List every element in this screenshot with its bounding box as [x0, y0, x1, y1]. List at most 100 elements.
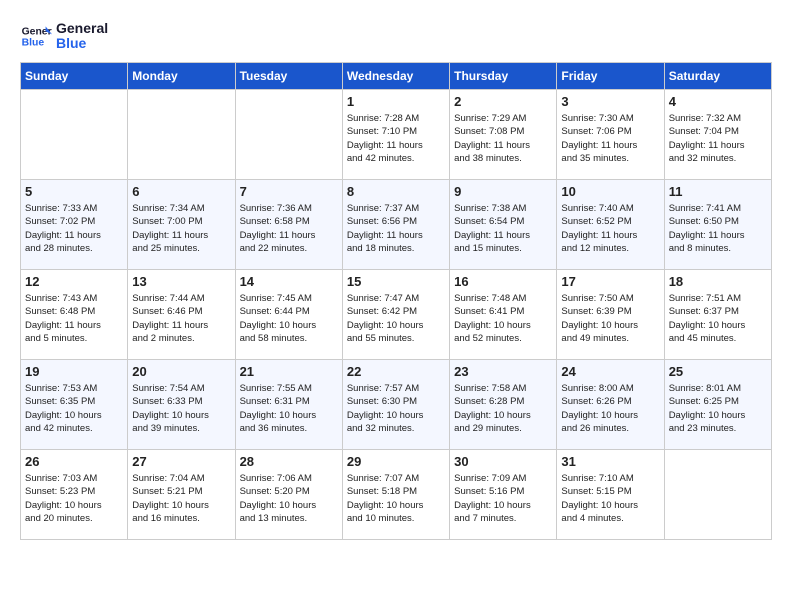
calendar-cell: 8 Sunrise: 7:37 AM Sunset: 6:56 PM Daylig… [342, 180, 449, 270]
day-number: 25 [669, 364, 767, 379]
day-header-sunday: Sunday [21, 63, 128, 90]
day-number: 28 [240, 454, 338, 469]
day-number: 6 [132, 184, 230, 199]
calendar-cell: 13 Sunrise: 7:44 AM Sunset: 6:46 PM Dayli… [128, 270, 235, 360]
day-number: 29 [347, 454, 445, 469]
day-info: Sunrise: 7:34 AM Sunset: 7:00 PM Dayligh… [132, 202, 230, 255]
day-header-saturday: Saturday [664, 63, 771, 90]
day-number: 7 [240, 184, 338, 199]
calendar-cell: 26 Sunrise: 7:03 AM Sunset: 5:23 PM Dayli… [21, 450, 128, 540]
day-info: Sunrise: 7:33 AM Sunset: 7:02 PM Dayligh… [25, 202, 123, 255]
page-header: General Blue General Blue [20, 20, 772, 52]
day-number: 22 [347, 364, 445, 379]
day-info: Sunrise: 7:36 AM Sunset: 6:58 PM Dayligh… [240, 202, 338, 255]
calendar-cell: 17Sunrise: 7:50 AM Sunset: 6:39 PM Dayli… [557, 270, 664, 360]
day-number: 26 [25, 454, 123, 469]
day-number: 31 [561, 454, 659, 469]
calendar-cell: 16Sunrise: 7:48 AM Sunset: 6:41 PM Dayli… [450, 270, 557, 360]
day-info: Sunrise: 7:48 AM Sunset: 6:41 PM Dayligh… [454, 292, 552, 345]
day-info: Sunrise: 7:28 AM Sunset: 7:10 PM Dayligh… [347, 112, 445, 165]
calendar-cell: 24 Sunrise: 8:00 AM Sunset: 6:26 PM Dayli… [557, 360, 664, 450]
day-header-wednesday: Wednesday [342, 63, 449, 90]
calendar-cell [664, 450, 771, 540]
day-info: Sunrise: 8:01 AM Sunset: 6:25 PM Dayligh… [669, 382, 767, 435]
calendar-cell: 27 Sunrise: 7:04 AM Sunset: 5:21 PM Dayli… [128, 450, 235, 540]
day-info: Sunrise: 7:44 AM Sunset: 6:46 PM Dayligh… [132, 292, 230, 345]
calendar-cell: 6 Sunrise: 7:34 AM Sunset: 7:00 PM Daylig… [128, 180, 235, 270]
day-number: 13 [132, 274, 230, 289]
calendar-cell: 2 Sunrise: 7:29 AM Sunset: 7:08 PM Daylig… [450, 90, 557, 180]
calendar-cell: 9 Sunrise: 7:38 AM Sunset: 6:54 PM Daylig… [450, 180, 557, 270]
calendar-cell: 21Sunrise: 7:55 AM Sunset: 6:31 PM Dayli… [235, 360, 342, 450]
day-info: Sunrise: 7:53 AM Sunset: 6:35 PM Dayligh… [25, 382, 123, 435]
calendar-cell: 12 Sunrise: 7:43 AM Sunset: 6:48 PM Dayli… [21, 270, 128, 360]
day-info: Sunrise: 7:57 AM Sunset: 6:30 PM Dayligh… [347, 382, 445, 435]
day-number: 14 [240, 274, 338, 289]
day-info: Sunrise: 7:06 AM Sunset: 5:20 PM Dayligh… [240, 472, 338, 525]
day-number: 18 [669, 274, 767, 289]
logo-blue: Blue [56, 36, 108, 51]
week-row-5: 26 Sunrise: 7:03 AM Sunset: 5:23 PM Dayli… [21, 450, 772, 540]
day-info: Sunrise: 7:51 AM Sunset: 6:37 PM Dayligh… [669, 292, 767, 345]
day-info: Sunrise: 7:37 AM Sunset: 6:56 PM Dayligh… [347, 202, 445, 255]
day-number: 15 [347, 274, 445, 289]
day-info: Sunrise: 7:50 AM Sunset: 6:39 PM Dayligh… [561, 292, 659, 345]
calendar-cell: 29 Sunrise: 7:07 AM Sunset: 5:18 PM Dayli… [342, 450, 449, 540]
week-row-3: 12 Sunrise: 7:43 AM Sunset: 6:48 PM Dayli… [21, 270, 772, 360]
calendar-cell: 18 Sunrise: 7:51 AM Sunset: 6:37 PM Dayli… [664, 270, 771, 360]
calendar-cell: 31Sunrise: 7:10 AM Sunset: 5:15 PM Dayli… [557, 450, 664, 540]
day-number: 1 [347, 94, 445, 109]
day-info: Sunrise: 7:54 AM Sunset: 6:33 PM Dayligh… [132, 382, 230, 435]
day-header-friday: Friday [557, 63, 664, 90]
calendar-cell: 23 Sunrise: 7:58 AM Sunset: 6:28 PM Dayli… [450, 360, 557, 450]
day-number: 23 [454, 364, 552, 379]
day-header-thursday: Thursday [450, 63, 557, 90]
calendar-cell: 1 Sunrise: 7:28 AM Sunset: 7:10 PM Daylig… [342, 90, 449, 180]
calendar-cell: 3 Sunrise: 7:30 AM Sunset: 7:06 PM Daylig… [557, 90, 664, 180]
day-number: 3 [561, 94, 659, 109]
days-header-row: SundayMondayTuesdayWednesdayThursdayFrid… [21, 63, 772, 90]
day-info: Sunrise: 7:41 AM Sunset: 6:50 PM Dayligh… [669, 202, 767, 255]
day-number: 10 [561, 184, 659, 199]
logo-icon: General Blue [20, 20, 52, 52]
calendar-cell: 25 Sunrise: 8:01 AM Sunset: 6:25 PM Dayli… [664, 360, 771, 450]
week-row-4: 19Sunrise: 7:53 AM Sunset: 6:35 PM Dayli… [21, 360, 772, 450]
day-info: Sunrise: 7:45 AM Sunset: 6:44 PM Dayligh… [240, 292, 338, 345]
calendar-cell: 19Sunrise: 7:53 AM Sunset: 6:35 PM Dayli… [21, 360, 128, 450]
day-info: Sunrise: 7:29 AM Sunset: 7:08 PM Dayligh… [454, 112, 552, 165]
day-info: Sunrise: 7:55 AM Sunset: 6:31 PM Dayligh… [240, 382, 338, 435]
day-header-tuesday: Tuesday [235, 63, 342, 90]
day-info: Sunrise: 7:03 AM Sunset: 5:23 PM Dayligh… [25, 472, 123, 525]
day-info: Sunrise: 7:58 AM Sunset: 6:28 PM Dayligh… [454, 382, 552, 435]
day-info: Sunrise: 7:43 AM Sunset: 6:48 PM Dayligh… [25, 292, 123, 345]
calendar-cell: 4 Sunrise: 7:32 AM Sunset: 7:04 PM Daylig… [664, 90, 771, 180]
calendar-cell: 22 Sunrise: 7:57 AM Sunset: 6:30 PM Dayli… [342, 360, 449, 450]
calendar-cell: 14 Sunrise: 7:45 AM Sunset: 6:44 PM Dayli… [235, 270, 342, 360]
calendar-cell: 11 Sunrise: 7:41 AM Sunset: 6:50 PM Dayli… [664, 180, 771, 270]
day-number: 27 [132, 454, 230, 469]
day-number: 9 [454, 184, 552, 199]
day-info: Sunrise: 7:32 AM Sunset: 7:04 PM Dayligh… [669, 112, 767, 165]
day-number: 4 [669, 94, 767, 109]
day-info: Sunrise: 7:40 AM Sunset: 6:52 PM Dayligh… [561, 202, 659, 255]
calendar-cell [128, 90, 235, 180]
calendar-cell: 7 Sunrise: 7:36 AM Sunset: 6:58 PM Daylig… [235, 180, 342, 270]
calendar-cell: 5 Sunrise: 7:33 AM Sunset: 7:02 PM Daylig… [21, 180, 128, 270]
day-number: 24 [561, 364, 659, 379]
day-info: Sunrise: 8:00 AM Sunset: 6:26 PM Dayligh… [561, 382, 659, 435]
calendar-cell: 20Sunrise: 7:54 AM Sunset: 6:33 PM Dayli… [128, 360, 235, 450]
day-info: Sunrise: 7:04 AM Sunset: 5:21 PM Dayligh… [132, 472, 230, 525]
day-info: Sunrise: 7:07 AM Sunset: 5:18 PM Dayligh… [347, 472, 445, 525]
day-number: 5 [25, 184, 123, 199]
day-info: Sunrise: 7:38 AM Sunset: 6:54 PM Dayligh… [454, 202, 552, 255]
calendar-cell [235, 90, 342, 180]
day-number: 30 [454, 454, 552, 469]
day-number: 12 [25, 274, 123, 289]
day-number: 8 [347, 184, 445, 199]
day-info: Sunrise: 7:30 AM Sunset: 7:06 PM Dayligh… [561, 112, 659, 165]
day-number: 11 [669, 184, 767, 199]
day-number: 2 [454, 94, 552, 109]
calendar-table: SundayMondayTuesdayWednesdayThursdayFrid… [20, 62, 772, 540]
svg-text:Blue: Blue [22, 38, 45, 49]
logo: General Blue General Blue [20, 20, 108, 52]
